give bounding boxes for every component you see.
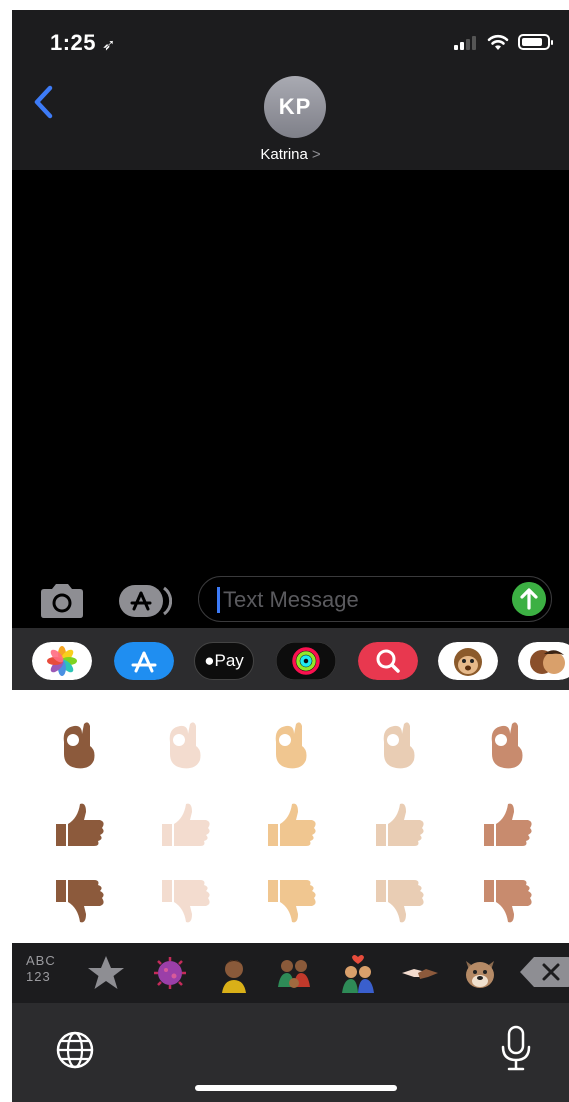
apple-logo-icon: ● xyxy=(204,651,215,670)
apple-pay-label: Pay xyxy=(214,651,244,670)
thumbs-up-emoji-medium-dark[interactable] xyxy=(52,798,108,854)
wifi-icon xyxy=(487,34,509,50)
thumbs-down-emoji-light[interactable] xyxy=(158,872,214,928)
ok-hand-emoji-light-2[interactable] xyxy=(372,716,428,772)
star-icon[interactable] xyxy=(86,953,126,993)
couple-heart-icon[interactable] xyxy=(338,953,378,993)
contact-name-button[interactable]: Katrina > xyxy=(12,146,569,163)
handshake-icon[interactable] xyxy=(400,953,440,993)
ok-hand-emoji-light[interactable] xyxy=(158,716,214,772)
thumbs-up-emoji-medium-light[interactable] xyxy=(264,798,320,854)
thumbs-down-emoji-medium-light[interactable] xyxy=(264,872,320,928)
apple-pay-icon[interactable]: ●Pay xyxy=(194,642,254,680)
message-input-field[interactable] xyxy=(198,576,552,622)
thumbs-down-emoji-light-2[interactable] xyxy=(372,872,428,928)
message-thread xyxy=(12,170,569,580)
microphone-icon[interactable] xyxy=(496,1025,536,1073)
abc-keyboard-switch[interactable]: ABC 123 xyxy=(26,953,56,985)
home-indicator[interactable] xyxy=(195,1085,397,1091)
app-store-icon[interactable] xyxy=(114,642,174,680)
ok-hand-emoji-medium-dark[interactable] xyxy=(52,716,108,772)
keyboard-bottom-bar xyxy=(12,1003,569,1102)
activity-rings-icon[interactable] xyxy=(276,642,336,680)
back-chevron-left-icon[interactable] xyxy=(30,82,56,122)
send-arrow-up-icon[interactable] xyxy=(512,582,546,616)
text-caret xyxy=(217,587,220,613)
location-arrow-icon: ➶ xyxy=(102,37,116,54)
contact-name: Katrina xyxy=(260,146,308,163)
conversation-header: KP Katrina > xyxy=(12,72,569,170)
phone-screen: 1:25 ➶ KP Katrina > Text Message ●Pay AB… xyxy=(12,10,569,1102)
status-bar: 1:25 ➶ xyxy=(12,10,569,72)
cellular-signal-icon xyxy=(454,36,480,50)
emoji-keyboard xyxy=(12,690,569,943)
virus-icon[interactable] xyxy=(150,953,190,993)
search-images-icon[interactable] xyxy=(358,642,418,680)
photos-app-icon[interactable] xyxy=(32,642,92,680)
thumbs-up-emoji-light-2[interactable] xyxy=(372,798,428,854)
backspace-icon[interactable] xyxy=(520,955,569,989)
status-time: 1:25 ➶ xyxy=(50,30,116,56)
ok-hand-emoji-medium[interactable] xyxy=(480,716,536,772)
emoji-category-bar: ABC 123 xyxy=(12,943,569,1003)
compose-bar xyxy=(12,570,569,630)
abc-label: ABC xyxy=(26,953,56,968)
thumbs-up-emoji-medium[interactable] xyxy=(480,798,536,854)
thumbs-up-emoji-light[interactable] xyxy=(158,798,214,854)
person-icon[interactable] xyxy=(214,953,254,993)
thumbs-down-emoji-medium[interactable] xyxy=(480,872,536,928)
dog-icon[interactable] xyxy=(460,953,500,993)
animoji-monkey-icon[interactable] xyxy=(438,642,498,680)
camera-icon[interactable] xyxy=(38,582,86,620)
battery-icon xyxy=(518,34,553,50)
time-text: 1:25 xyxy=(50,30,97,55)
thumbs-down-emoji-medium-dark[interactable] xyxy=(52,872,108,928)
globe-icon[interactable] xyxy=(54,1029,96,1071)
num-label: 123 xyxy=(26,969,51,984)
ok-hand-emoji-medium-light[interactable] xyxy=(264,716,320,772)
chevron-right-icon: > xyxy=(311,146,321,163)
memoji-icon[interactable] xyxy=(518,642,569,680)
contact-avatar[interactable]: KP xyxy=(264,76,326,138)
message-input[interactable] xyxy=(221,584,485,616)
app-store-button-icon[interactable] xyxy=(118,584,172,618)
family-icon[interactable] xyxy=(274,953,314,993)
imessage-app-drawer: ●Pay xyxy=(12,628,569,690)
